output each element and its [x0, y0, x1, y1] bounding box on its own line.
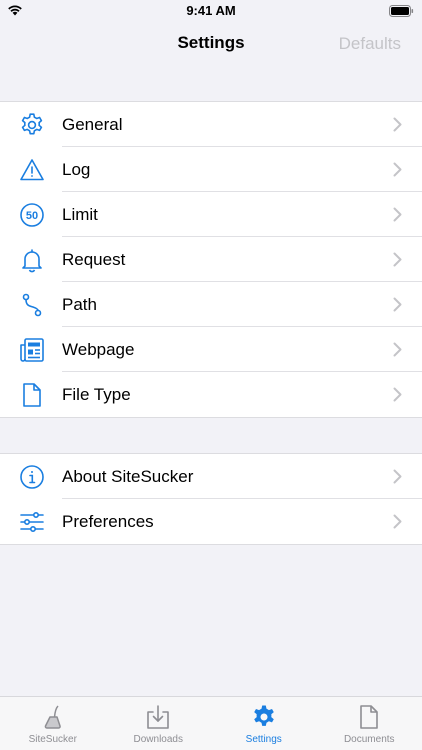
vacuum-icon [40, 704, 66, 730]
row-label: Log [62, 160, 91, 179]
gear-icon [19, 112, 45, 138]
battery-icon [389, 5, 414, 17]
tab-sitesucker[interactable]: SiteSucker [0, 697, 106, 750]
gear-filled-icon [251, 704, 277, 730]
chevron-right-icon [393, 252, 402, 267]
row-general[interactable]: General [0, 102, 422, 147]
settings-group-app: About SiteSucker Preferences [0, 453, 422, 545]
status-bar: 9:41 AM [0, 0, 422, 22]
chevron-right-icon [393, 117, 402, 132]
settings-group-main: General Log 50 Limit Request Path Webpag… [0, 101, 422, 418]
info-icon [19, 464, 45, 490]
defaults-button[interactable]: Defaults [339, 34, 401, 54]
tab-label: Downloads [133, 734, 183, 745]
chevron-right-icon [393, 342, 402, 357]
status-time: 9:41 AM [186, 3, 236, 18]
row-log[interactable]: Log [0, 147, 422, 192]
chevron-right-icon [393, 297, 402, 312]
row-label: File Type [62, 385, 131, 404]
tab-settings[interactable]: Settings [211, 697, 317, 750]
tab-label: Documents [343, 734, 395, 745]
chevron-right-icon [393, 469, 402, 484]
chevron-right-icon [393, 207, 402, 222]
limit-icon-text: 50 [26, 210, 38, 222]
tab-bar: SiteSucker Downloads Settings Documents [0, 696, 422, 750]
tab-label: SiteSucker [28, 734, 77, 745]
row-preferences[interactable]: Preferences [0, 499, 422, 544]
row-limit[interactable]: 50 Limit [0, 192, 422, 237]
tab-label: Settings [245, 734, 282, 745]
tab-documents[interactable]: Documents [317, 697, 422, 750]
document-icon [356, 704, 382, 730]
row-label: Preferences [62, 512, 154, 531]
row-label: Request [62, 250, 126, 269]
tab-downloads[interactable]: Downloads [106, 697, 212, 750]
path-icon [19, 292, 45, 318]
row-request[interactable]: Request [0, 237, 422, 282]
row-label: Path [62, 295, 97, 314]
row-file-type[interactable]: File Type [0, 372, 422, 417]
limit-50-icon: 50 [19, 202, 45, 228]
newspaper-icon [19, 337, 45, 363]
row-about[interactable]: About SiteSucker [0, 454, 422, 499]
row-path[interactable]: Path [0, 282, 422, 327]
chevron-right-icon [393, 514, 402, 529]
bell-icon [19, 247, 45, 273]
row-label: About SiteSucker [62, 467, 194, 486]
sliders-icon [19, 509, 45, 535]
warning-icon [19, 157, 45, 183]
navigation-bar: Settings Defaults [0, 22, 422, 66]
row-webpage[interactable]: Webpage [0, 327, 422, 372]
document-icon [19, 382, 45, 408]
chevron-right-icon [393, 387, 402, 402]
row-label: General [62, 115, 123, 134]
row-label: Limit [62, 205, 98, 224]
chevron-right-icon [393, 162, 402, 177]
download-icon [145, 704, 171, 730]
row-label: Webpage [62, 340, 135, 359]
